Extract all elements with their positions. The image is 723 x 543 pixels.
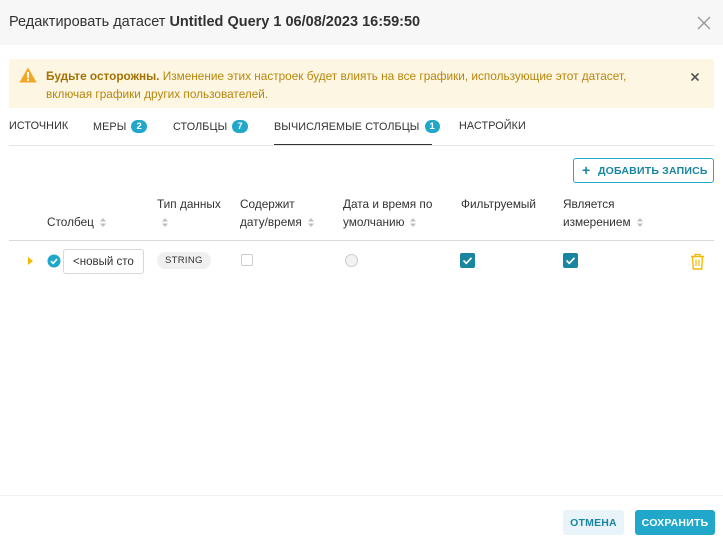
column-header-default-datetime-line1: Дата и время по [343,197,433,211]
warning-triangle-icon [19,67,37,83]
plus-icon: + [582,162,591,178]
column-header-contains-date-line1: Содержит [240,197,295,211]
tab-source-label: ИСТОЧНИК [9,120,69,132]
column-header-data-type[interactable]: Тип данных [157,195,221,231]
tab-metrics-badge: 2 [131,120,147,133]
tab-metrics[interactable]: МЕРЫ 2 [93,120,147,146]
column-header-is-dimension-line2: измерением [563,215,631,229]
tab-settings-label: НАСТРОЙКИ [459,120,526,132]
filterable-checkbox[interactable] [460,253,475,268]
data-type-badge: STRING [157,252,211,269]
trash-icon[interactable] [690,253,705,270]
default-datetime-radio[interactable] [345,254,358,267]
tab-columns-label: СТОЛБЦЫ [173,121,228,133]
warning-bold: Будьте осторожны. [46,69,160,83]
sort-icon [99,218,106,227]
column-header-column[interactable]: Столбец [47,213,106,231]
modal-title-dataset-name: Untitled Query 1 06/08/2023 16:59:50 [169,14,421,30]
column-header-column-label: Столбец [47,215,94,229]
tab-bar: ИСТОЧНИК МЕРЫ 2 СТОЛБЦЫ 7 ВЫЧИСЛЯЕМЫЕ СТ… [0,112,723,146]
footer-divider [0,495,723,496]
tabs-divider [9,145,714,146]
column-name-input[interactable] [63,249,144,274]
column-header-filterable-label: Фильтруемый [461,197,537,211]
tab-columns-badge: 7 [232,120,248,133]
modal-header: Редактировать датасет Untitled Query 1 0… [0,0,723,45]
column-header-default-datetime[interactable]: Дата и время по умолчанию [343,195,432,231]
sort-icon [636,218,643,227]
warning-banner: Будьте осторожны. Изменение этих настрое… [9,59,714,108]
sort-icon [410,218,417,227]
sort-icon [162,218,168,227]
column-header-data-type-label: Тип данных [157,197,221,211]
tab-calculated-columns-label: ВЫЧИСЛЯЕМЫЕ СТОЛБЦЫ [274,121,420,133]
tab-settings[interactable]: НАСТРОЙКИ [459,120,526,146]
tab-calculated-columns-badge: 1 [424,120,440,133]
warning-text: Будьте осторожны. Изменение этих настрое… [46,67,666,103]
tab-metrics-label: МЕРЫ [93,121,127,133]
add-record-label: ДОБАВИТЬ ЗАПИСЬ [598,165,708,177]
expand-row-caret-icon[interactable] [28,257,33,265]
add-record-button[interactable]: + ДОБАВИТЬ ЗАПИСЬ [573,158,714,183]
verified-check-icon [47,254,61,268]
column-header-filterable[interactable]: Фильтруемый [461,195,536,213]
tab-calculated-columns[interactable]: ВЫЧИСЛЯЕМЫЕ СТОЛБЦЫ 1 [274,120,440,146]
column-header-is-dimension-line1: Является [563,197,615,211]
tab-source[interactable]: ИСТОЧНИК [9,120,68,146]
column-header-is-dimension[interactable]: Является измерением [563,195,643,231]
warning-close-icon[interactable] [690,69,700,82]
sort-icon [307,218,314,227]
cancel-button[interactable]: ОТМЕНА [563,510,624,535]
modal-title-prefix: Редактировать датасет [9,14,166,30]
column-header-default-datetime-line2: умолчанию [343,215,405,229]
save-button[interactable]: СОХРАНИТЬ [635,510,715,535]
modal-title: Редактировать датасет Untitled Query 1 0… [9,14,420,30]
column-header-contains-date[interactable]: Содержит дату/время [240,195,314,231]
tab-columns[interactable]: СТОЛБЦЫ 7 [173,120,248,146]
header-divider [9,240,714,241]
column-header-contains-date-line2: дату/время [240,215,302,229]
contains-date-checkbox[interactable] [241,254,253,266]
is-dimension-checkbox[interactable] [563,253,578,268]
close-icon[interactable] [697,16,711,30]
